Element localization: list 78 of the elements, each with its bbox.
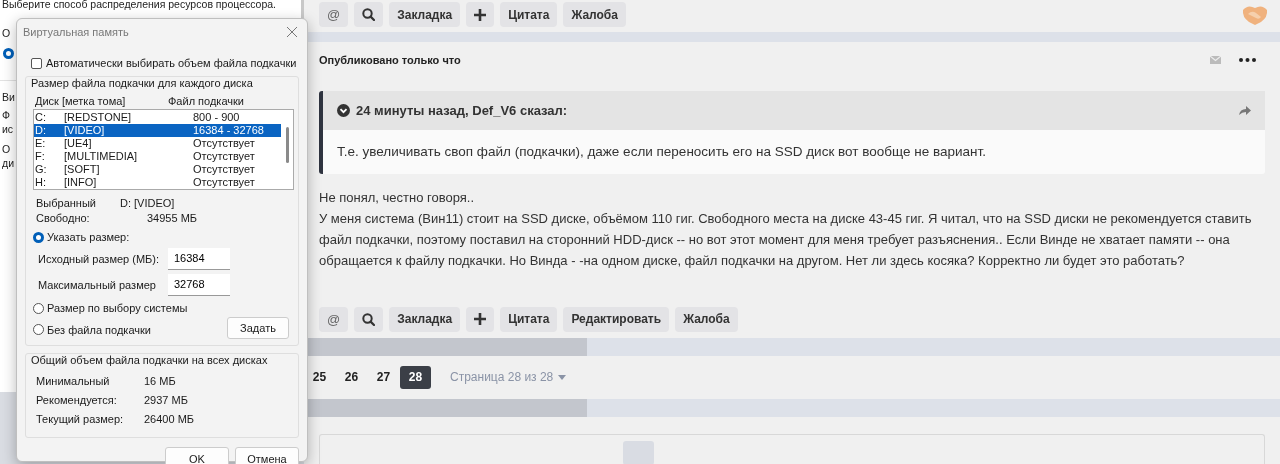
quote-author: 24 минуты назад, Def_V6 сказал: (356, 102, 569, 118)
quote-text: Т.е. увеличивать своп файл (подкачки), даже если переносить его на SSD диск вот вообще не вариант. (336, 143, 987, 162)
action-button[interactable]: Закладка (389, 2, 461, 27)
group-legend: Размер файла подкачки для каждого диска (31, 76, 294, 90)
post-time: Опубликовано только что (319, 53, 461, 66)
page-button[interactable]: 25 (304, 365, 335, 389)
description-text: Ф (2, 108, 10, 122)
field-value: D: [VIDEO] (120, 196, 175, 211)
action-button[interactable]: Цитата (500, 2, 558, 27)
radio-button[interactable] (33, 302, 44, 314)
action-button[interactable]: Редактировать (563, 306, 670, 332)
section-label: Ви (2, 91, 15, 103)
search-icon (362, 8, 376, 21)
group-legend: Общий объем файла подкачки на всех дисках (31, 353, 294, 367)
page-button[interactable]: 27 (368, 365, 399, 389)
mention-button[interactable]: @ (319, 2, 349, 27)
field-label: Свободно: (36, 211, 91, 226)
instruction-text: Выберите способ распределения ресурсов процессора. (2, 0, 278, 11)
search-button[interactable] (354, 2, 384, 27)
group-label: О (2, 27, 11, 39)
field-label: Рекомендуется: (36, 393, 118, 408)
checkbox[interactable] (31, 57, 42, 69)
column-header: Файл подкачки (168, 95, 244, 107)
drive-row[interactable]: C: [REDSTONE] 800 - 900 (34, 111, 281, 124)
drive-row[interactable]: H: [INFO] Отсутствует (34, 176, 281, 189)
description-text: ис (2, 122, 14, 136)
checkbox-label: Автоматически выбирать объем файла подкачки (46, 57, 297, 69)
radio-label: Указать размер: (47, 231, 130, 243)
set-button[interactable]: Задать (227, 317, 289, 339)
post-text: Не понял, честно говоря.. (319, 188, 476, 207)
window-title: Виртуальная память (23, 26, 129, 38)
action-button[interactable]: Цитата (500, 306, 558, 332)
field-label: Текущий размер: (36, 412, 125, 427)
cancel-button[interactable]: Отмена (235, 447, 299, 464)
handshake-icon (1242, 4, 1268, 26)
field-label: Выбранный (36, 196, 97, 211)
drive-row[interactable]: G: [SOFT] Отсутствует (34, 163, 281, 176)
scrollbar-thumb[interactable] (285, 127, 289, 163)
field-value: 2937 МБ (144, 393, 188, 408)
field-label: Исходный размер (МБ): (38, 252, 161, 265)
share-icon (1239, 105, 1251, 116)
drive-list[interactable]: C: [REDSTONE] 800 - 900 D: [VIDEO] 16384 - 32768 E: [UE4] Отсутствует F: [MULTIMEDIA] Отсутствует G: [SOFT] Отсутствует H: [INFO] Отсутствует (33, 109, 294, 190)
more-icon (1239, 57, 1256, 62)
radio-button[interactable] (33, 324, 44, 335)
mail-icon (1210, 55, 1221, 64)
radio-button[interactable] (33, 231, 44, 243)
field-value: 26400 МБ (144, 412, 195, 427)
description-text: ди (2, 156, 14, 170)
column-header: Диск [метка тома] (35, 95, 127, 107)
radio-label: Без файла подкачки (47, 323, 151, 336)
chevron-circle-icon (337, 103, 350, 117)
field-label: Максимальный размер (38, 278, 157, 291)
post-text: У меня система (Вин11) стоит на SSD диске, объёмом 110 гиг. Свободного места на диске 43-45 гиг. Я читал, что на SSD диски не рекомендуется ставить файл подкачки, поэтому поставил на сторонний HDD-диск -- но вот этот момент для меня требует разъяснения.. Если Винде не хватает памяти -- она обращается к файлу подкачки. Но Винда - -на одном диске, файл подкачки на другом. Нет ли здесь косяка? Корректно ли будет это работать? (319, 209, 1253, 270)
field-value: 34955 МБ (147, 211, 198, 226)
action-button[interactable]: Закладка (389, 306, 461, 332)
action-button[interactable]: Жалоба (675, 306, 738, 332)
mention-button[interactable]: @ (319, 306, 349, 332)
ok-button[interactable]: OK (165, 447, 229, 464)
size-input-field[interactable]: 32768 (168, 273, 230, 296)
plus-icon (474, 313, 487, 326)
plus-icon (474, 8, 487, 21)
add-button[interactable] (466, 306, 495, 332)
drive-row[interactable]: E: [UE4] Отсутствует (34, 137, 281, 150)
radio-label: Размер по выбору системы (47, 302, 188, 314)
page-button[interactable]: 26 (336, 365, 367, 389)
search-button[interactable] (354, 306, 384, 332)
drive-row[interactable]: F: [MULTIMEDIA] Отсутствует (34, 150, 281, 163)
description-text: О (2, 142, 11, 156)
action-button[interactable]: Жалоба (563, 2, 626, 27)
drive-row[interactable]: D: [VIDEO] 16384 - 32768 (34, 124, 281, 137)
caret-icon (558, 374, 567, 380)
add-button[interactable] (466, 2, 495, 27)
page-button[interactable]: 28 (400, 365, 431, 389)
size-input-field[interactable]: 16384 (168, 247, 230, 270)
field-value: 16 МБ (144, 374, 176, 389)
close-icon (287, 27, 297, 37)
search-icon (362, 312, 376, 326)
field-label: Минимальный (36, 374, 111, 389)
